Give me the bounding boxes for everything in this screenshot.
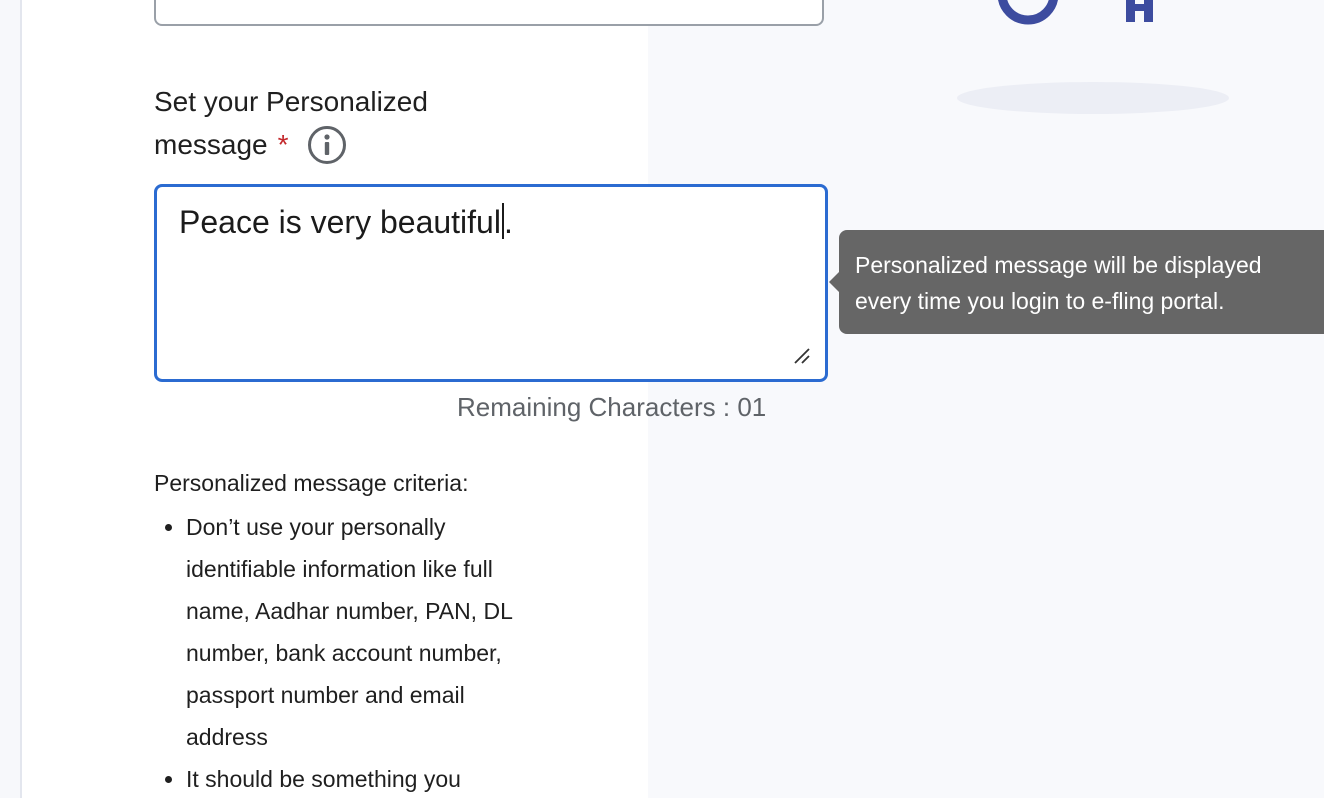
illustration-shadow bbox=[957, 82, 1229, 114]
label-line2: message bbox=[154, 129, 268, 160]
criteria-list: Don’t use your personally identifiable i… bbox=[154, 506, 526, 798]
left-border bbox=[0, 0, 22, 798]
resize-handle-icon[interactable] bbox=[793, 347, 811, 365]
text-caret bbox=[501, 203, 504, 239]
remaining-characters: Remaining Characters : 01 bbox=[457, 392, 767, 422]
label-line1: Set your Personalized bbox=[154, 86, 428, 117]
chevron-down-icon bbox=[792, 0, 804, 2]
page: Set your Personalized message * Peace is… bbox=[0, 0, 1324, 798]
personalized-message-textarea[interactable]: Peace is very beautiful. bbox=[154, 184, 828, 382]
info-tooltip: Personalized message will be displayed e… bbox=[829, 230, 1324, 334]
previous-select-field[interactable] bbox=[154, 0, 824, 26]
textarea-text: Peace is very beautiful. bbox=[179, 203, 513, 240]
required-mark: * bbox=[277, 129, 289, 160]
criteria-item: Don’t use your personally identifiable i… bbox=[186, 506, 526, 758]
illustration-graphic bbox=[998, 0, 1153, 25]
info-icon[interactable] bbox=[307, 125, 347, 165]
tooltip-line1: Personalized message will be displayed bbox=[855, 252, 1262, 278]
criteria-item: It should be something you bbox=[186, 758, 526, 798]
criteria-title: Personalized message criteria: bbox=[154, 470, 469, 496]
personalized-message-label: Set your Personalized message * bbox=[154, 80, 474, 166]
tooltip-line2: every time you login to e-fling portal. bbox=[855, 288, 1225, 314]
